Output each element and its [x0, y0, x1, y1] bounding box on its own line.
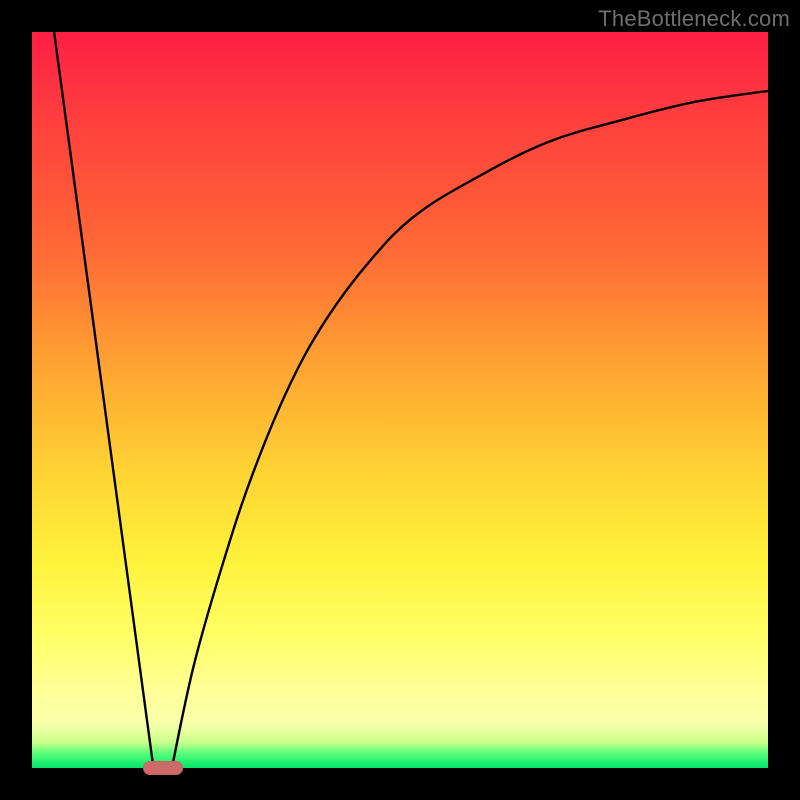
chart-curve-path — [54, 32, 768, 768]
chart-curve-svg — [32, 32, 768, 768]
chart-plot-area — [32, 32, 768, 768]
chart-frame: TheBottleneck.com — [0, 0, 800, 800]
chart-minimum-marker — [143, 761, 183, 775]
watermark-text: TheBottleneck.com — [598, 6, 790, 32]
